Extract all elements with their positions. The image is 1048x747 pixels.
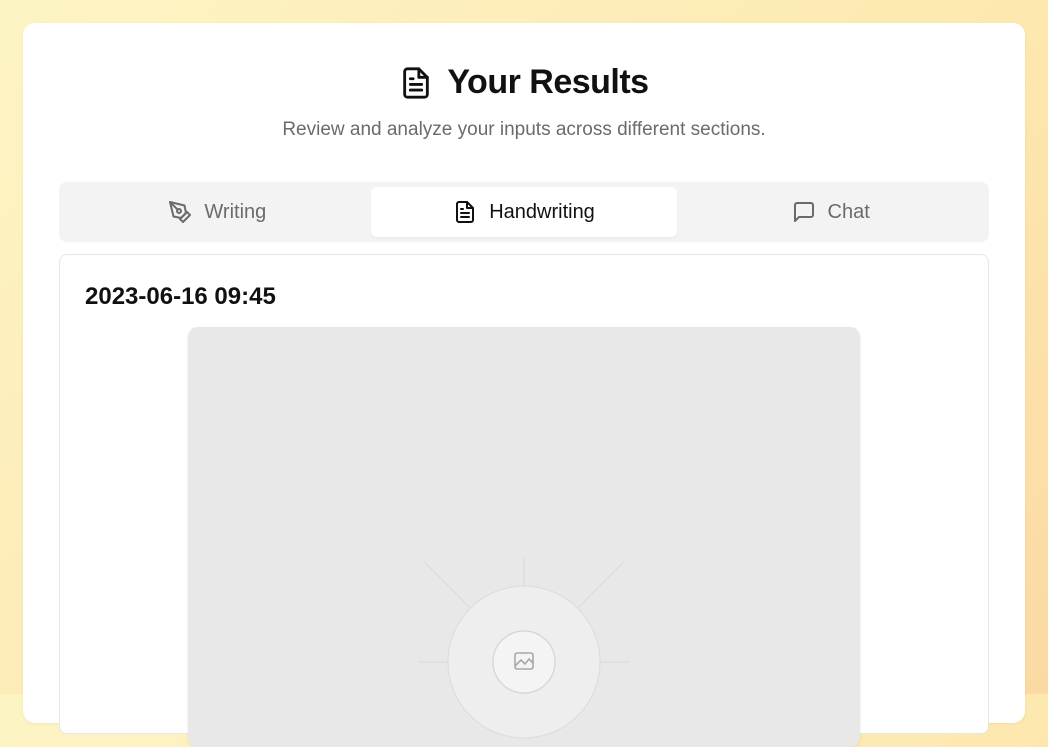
tab-chat[interactable]: Chat (677, 187, 984, 237)
results-card: Your Results Review and analyze your inp… (23, 23, 1025, 747)
tab-writing-label: Writing (204, 200, 267, 223)
tab-writing[interactable]: Writing (64, 187, 371, 237)
image-placeholder-icon (418, 557, 630, 739)
document-icon (403, 66, 430, 99)
handwriting-panel: 2023-06-16 09:45 (59, 254, 989, 747)
pen-icon (169, 201, 192, 223)
chat-icon (793, 202, 814, 222)
tab-chat-label: Chat (827, 200, 870, 223)
section-tabs: Writing Handwriting Chat (59, 182, 989, 242)
document-icon (456, 201, 475, 223)
entry-timestamp: 2023-06-16 09:45 (85, 283, 276, 310)
page-subtitle: Review and analyze your inputs across di… (282, 119, 766, 140)
page-title: Your Results (447, 63, 649, 101)
handwriting-image[interactable] (188, 327, 860, 747)
page-header: Your Results (23, 63, 1025, 102)
tab-handwriting-label: Handwriting (489, 200, 595, 223)
tab-handwriting[interactable]: Handwriting (370, 187, 678, 237)
